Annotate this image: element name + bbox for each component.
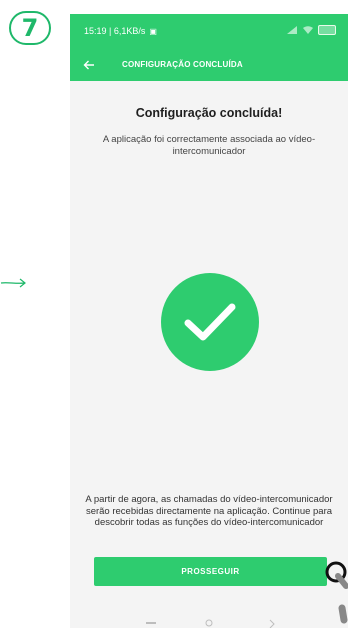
signal-icon xyxy=(287,26,297,34)
status-time: 15:19 | 6,1KB/s xyxy=(84,26,146,36)
step-number: 7 xyxy=(21,14,39,42)
pointer-arrow-icon xyxy=(0,278,26,288)
wifi-icon xyxy=(303,26,313,34)
back-arrow-icon xyxy=(83,60,94,69)
navigation-bar xyxy=(146,619,275,628)
battery-icon xyxy=(318,25,336,35)
back-button[interactable] xyxy=(70,48,108,81)
proceed-button[interactable]: PROSSEGUIR xyxy=(94,557,327,586)
touch-marker-icon xyxy=(325,561,348,624)
success-indicator xyxy=(161,273,259,371)
app-bar-title: CONFIGURAÇÃO CONCLUÍDA xyxy=(122,60,243,69)
check-icon xyxy=(184,303,236,341)
app-bar: CONFIGURAÇÃO CONCLUÍDA xyxy=(70,48,348,81)
info-text: A partir de agora, as chamadas do vídeo-… xyxy=(85,494,333,528)
page-title: Configuração concluída! xyxy=(135,106,283,120)
status-icons xyxy=(286,25,336,35)
step-number-badge: 7 xyxy=(9,11,51,45)
status-bar: 15:19 | 6,1KB/s ▣ xyxy=(70,14,348,48)
page-subtitle: A aplicação foi correctamente associada … xyxy=(102,134,316,157)
phone-screen: 15:19 | 6,1KB/s ▣ CONFIGURAÇÃO CONCLUÍDA… xyxy=(70,14,348,628)
notification-icon: ▣ xyxy=(149,26,157,36)
